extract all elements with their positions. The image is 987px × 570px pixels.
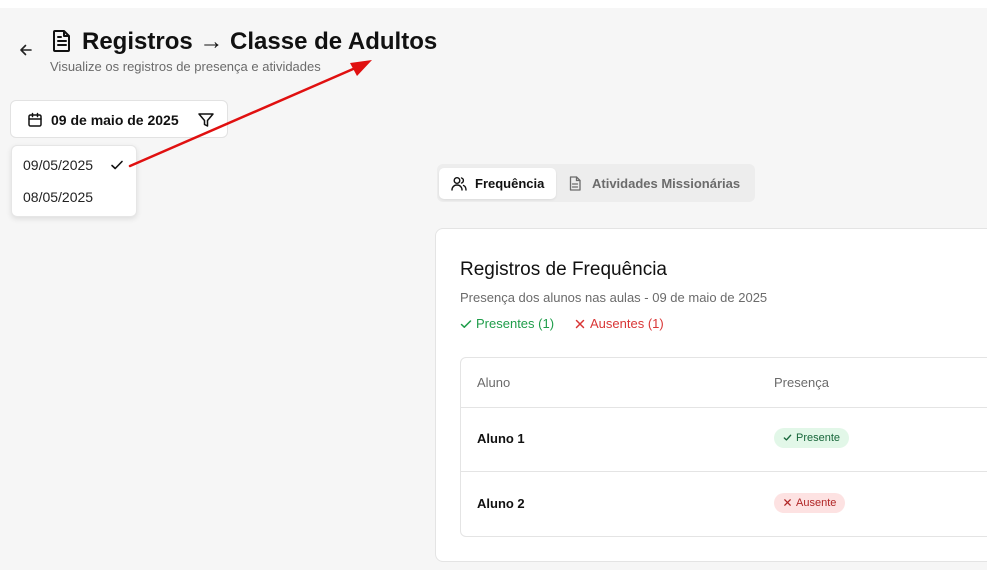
tab-label: Atividades Missionárias <box>592 176 741 191</box>
attendance-table: Aluno Presença Aluno 1 Presente Aluno 2 … <box>460 357 987 537</box>
column-header-presenca: Presença <box>774 375 829 390</box>
table-header: Aluno Presença <box>461 358 987 408</box>
x-icon <box>784 499 791 506</box>
filter-icon <box>197 111 215 134</box>
present-summary-label: Presentes (1) <box>476 316 555 331</box>
card-description: Presença dos alunos nas aulas - 09 de ma… <box>460 290 768 305</box>
x-icon <box>575 319 585 329</box>
check-icon <box>110 158 124 177</box>
selected-date-label: 09 de maio de 2025 <box>51 112 179 128</box>
tab-label: Frequência <box>475 176 545 191</box>
date-option-label: 08/05/2025 <box>23 189 94 205</box>
tab-atividades-missionarias[interactable]: Atividades Missionárias <box>561 168 751 199</box>
absent-summary-label: Ausentes (1) <box>590 316 664 331</box>
present-summary: Presentes (1) <box>460 316 554 331</box>
tab-list: Frequência Atividades Missionárias <box>437 164 755 202</box>
page-title: Registros → Classe de Adultos <box>82 28 438 55</box>
table-row: Aluno 1 Presente <box>461 407 987 472</box>
date-option-selected[interactable]: 09/05/2025 <box>12 150 136 180</box>
tab-frequencia[interactable]: Frequência <box>439 168 556 199</box>
status-badge: Presente <box>774 428 850 448</box>
card-title: Registros de Frequência <box>460 259 667 280</box>
calendar-icon <box>27 112 43 133</box>
date-filter-button[interactable]: 09 de maio de 2025 <box>10 100 228 138</box>
page-subtitle: Visualize os registros de presença e ati… <box>50 59 321 74</box>
date-option[interactable]: 08/05/2025 <box>12 182 136 212</box>
top-strip <box>0 0 987 8</box>
check-icon <box>783 434 792 441</box>
date-dropdown: 09/05/2025 08/05/2025 <box>11 145 137 217</box>
attendance-card: Registros de Frequência Presença dos alu… <box>435 228 987 562</box>
student-name: Aluno 1 <box>477 431 525 446</box>
users-icon <box>451 176 467 196</box>
date-option-label: 09/05/2025 <box>23 157 94 173</box>
student-name: Aluno 2 <box>477 496 525 511</box>
status-label: Presente <box>796 432 841 444</box>
column-header-aluno: Aluno <box>477 375 511 390</box>
file-text-icon <box>51 29 73 53</box>
file-text-icon <box>568 176 582 196</box>
table-row: Aluno 2 Ausente <box>461 472 987 536</box>
check-icon <box>460 320 472 328</box>
status-badge: Ausente <box>774 493 846 513</box>
absent-summary: Ausentes (1) <box>574 316 664 331</box>
arrow-left-icon <box>20 44 32 56</box>
back-button[interactable] <box>16 40 36 60</box>
status-label: Ausente <box>796 497 837 509</box>
